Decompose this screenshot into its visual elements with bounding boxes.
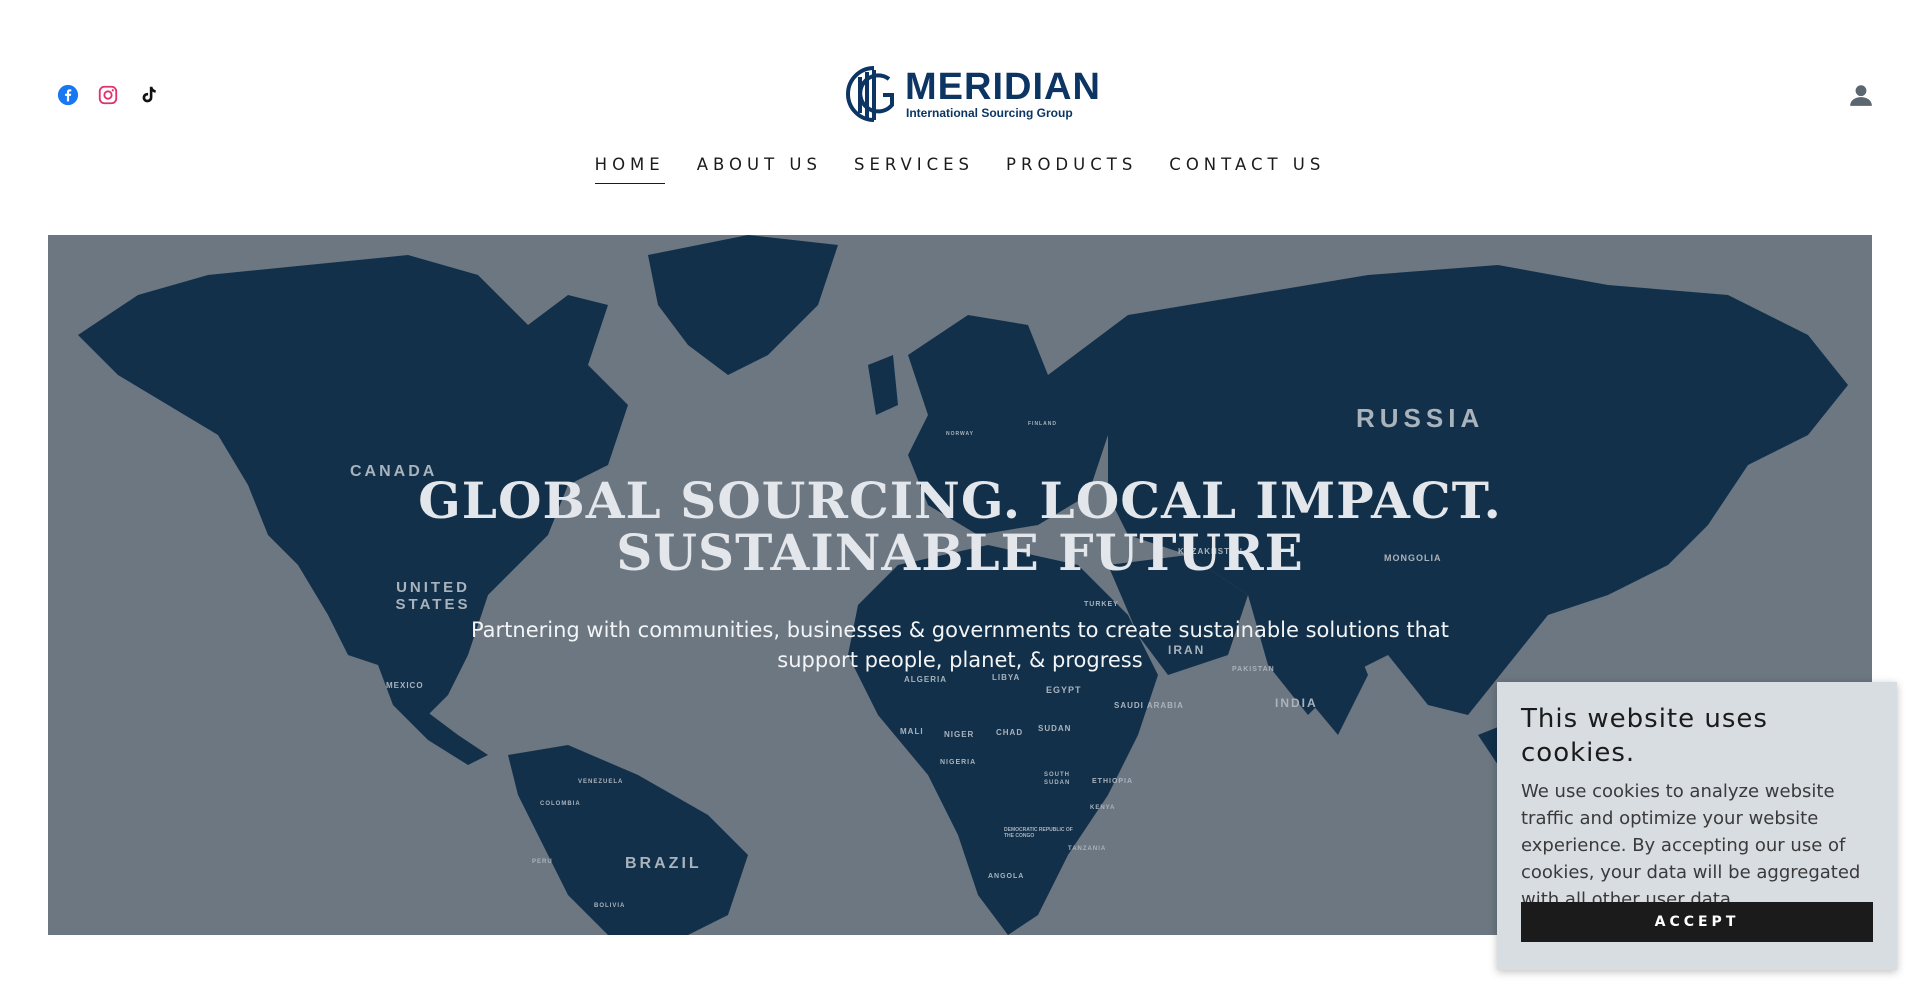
map-label-united-states: UNITED STATES [395, 579, 471, 613]
accept-cookies-button[interactable]: ACCEPT [1521, 902, 1873, 942]
map-label-ethiopia: ETHIOPIA [1092, 778, 1134, 785]
user-icon[interactable] [1848, 82, 1874, 108]
map-label-south-sudan: SOUTH SUDAN [1044, 772, 1071, 786]
nav-home[interactable]: HOME [594, 155, 665, 184]
hero-subtitle: Partnering with communities, businesses … [470, 618, 1450, 672]
cookie-title: This website uses cookies. [1521, 704, 1768, 768]
instagram-icon[interactable] [97, 84, 119, 106]
map-label-norway: NORWAY [946, 431, 974, 437]
map-label-russia: RUSSIA [1356, 403, 1485, 433]
brand-name: MERIDIAN [905, 66, 1101, 108]
hero-title: GLOBAL SOURCING. LOCAL IMPACT. SUSTAINAB… [48, 475, 1872, 579]
site-header: MERIDIAN International Sourcing Group HO… [0, 0, 1920, 190]
map-label-mali: MALI [900, 727, 924, 736]
map-label-finland: FINLAND [1028, 421, 1057, 427]
nav-services[interactable]: SERVICES [854, 155, 974, 184]
map-label-colombia: COLOMBIA [540, 801, 581, 807]
hero-title-line-2: SUSTAINABLE FUTURE [616, 523, 1304, 582]
brand-tagline: International Sourcing Group [906, 106, 1073, 120]
map-label-nigeria: NIGERIA [940, 759, 977, 766]
main-nav: HOME ABOUT US SERVICES PRODUCTS CONTACT … [0, 155, 1920, 184]
map-label-chad: CHAD [996, 728, 1024, 737]
nav-about-us[interactable]: ABOUT US [697, 155, 822, 184]
map-label-dr-congo: DEMOCRATIC REPUBLIC OF THE CONGO [1004, 827, 1073, 839]
map-label-india: INDIA [1275, 696, 1318, 710]
map-label-turkey: TURKEY [1084, 601, 1119, 608]
map-label-niger: NIGER [944, 730, 975, 739]
map-label-peru: PERU [532, 859, 553, 865]
hero-title-line-1: GLOBAL SOURCING. LOCAL IMPACT. [418, 471, 1502, 530]
map-label-angola: ANGOLA [988, 873, 1025, 880]
map-label-mexico: MEXICO [386, 681, 424, 690]
cookie-banner: This website uses cookies. We use cookie… [1497, 682, 1897, 970]
map-label-sudan: SUDAN [1038, 724, 1072, 733]
map-label-venezuela: VENEZUELA [578, 779, 624, 785]
nav-contact-us[interactable]: CONTACT US [1169, 155, 1325, 184]
social-links [57, 84, 159, 106]
map-label-bolivia: BOLIVIA [594, 903, 626, 909]
map-label-brazil: BRAZIL [625, 855, 702, 872]
map-label-tanzania: TANZANIA [1068, 846, 1107, 852]
tiktok-icon[interactable] [137, 84, 159, 106]
meridian-logo-mark [846, 66, 894, 122]
map-label-saudi-arabia: SAUDI ARABIA [1114, 701, 1184, 710]
map-label-egypt: EGYPT [1046, 685, 1082, 695]
cookie-message: We use cookies to analyze website traffi… [1521, 781, 1861, 910]
brand-logo[interactable]: MERIDIAN International Sourcing Group [845, 64, 1100, 124]
map-label-algeria: ALGERIA [904, 675, 947, 684]
nav-products[interactable]: PRODUCTS [1006, 155, 1137, 184]
facebook-icon[interactable] [57, 84, 79, 106]
map-label-kenya: KENYA [1090, 805, 1116, 811]
